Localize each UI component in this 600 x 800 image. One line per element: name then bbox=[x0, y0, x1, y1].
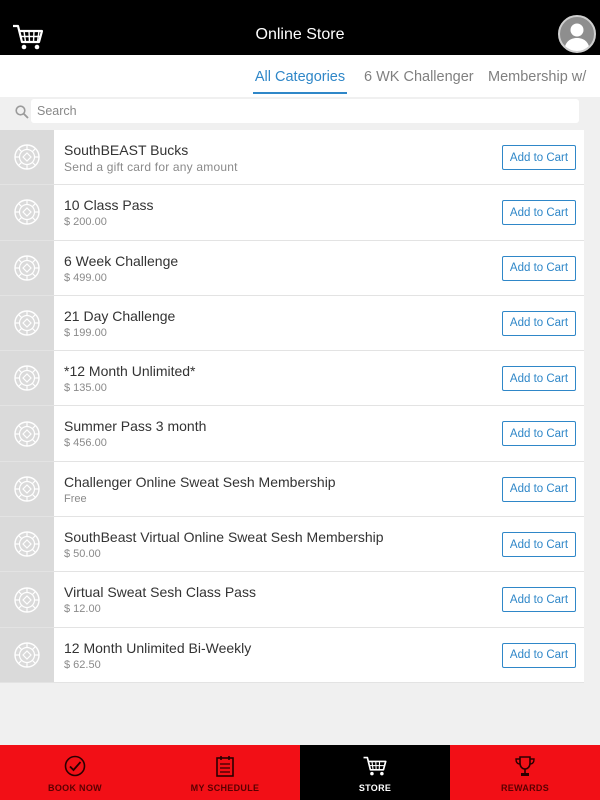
product-thumbnail-icon bbox=[0, 351, 54, 406]
product-row[interactable]: Challenger Online Sweat Sesh Membership F… bbox=[0, 461, 584, 518]
nav-book-now[interactable]: BOOK NOW bbox=[0, 745, 150, 800]
nav-store[interactable]: STORE bbox=[300, 745, 450, 800]
product-name: 21 Day Challenge bbox=[64, 307, 176, 324]
nav-label: STORE bbox=[358, 783, 392, 793]
add-to-cart-button[interactable]: Add to Cart bbox=[502, 476, 576, 502]
product-price: $ 499.00 bbox=[64, 271, 107, 284]
product-row[interactable]: SouthBeast Virtual Online Sweat Sesh Mem… bbox=[0, 517, 584, 573]
check-circle-icon bbox=[62, 753, 88, 779]
product-thumbnail-icon bbox=[0, 295, 54, 351]
product-name: Virtual Sweat Sesh Class Pass bbox=[64, 584, 256, 601]
product-name: Challenger Online Sweat Sesh Membership bbox=[64, 473, 336, 490]
nav-label: BOOK NOW bbox=[48, 783, 102, 793]
user-avatar-icon[interactable] bbox=[558, 15, 596, 53]
product-thumbnail-icon bbox=[0, 572, 54, 627]
product-name: 12 Month Unlimited Bi-Weekly bbox=[64, 639, 252, 656]
product-row[interactable]: 10 Class Pass $ 200.00 Add to Cart bbox=[0, 185, 584, 241]
product-thumbnail-icon bbox=[0, 627, 54, 682]
product-thumbnail-icon bbox=[0, 461, 54, 517]
product-name: 10 Class Pass bbox=[64, 197, 154, 214]
product-price: $ 62.50 bbox=[64, 658, 101, 671]
category-tabs: All Categories 6 WK Challenger Membershi… bbox=[0, 55, 600, 97]
product-name: SouthBeast Virtual Online Sweat Sesh Mem… bbox=[64, 529, 384, 546]
nav-label: MY SCHEDULE bbox=[190, 783, 260, 793]
nav-rewards[interactable]: REWARDS bbox=[450, 745, 600, 800]
product-name: Summer Pass 3 month bbox=[64, 418, 207, 435]
product-thumbnail-icon bbox=[0, 406, 54, 461]
cart-icon bbox=[362, 753, 388, 779]
bottom-nav: BOOK NOW MY SCHEDULE STORE REWARDS bbox=[0, 745, 600, 800]
product-name: SouthBEAST Bucks bbox=[64, 142, 189, 158]
product-thumbnail-icon bbox=[0, 517, 54, 572]
product-price: $ 199.00 bbox=[64, 326, 107, 339]
search-bar bbox=[0, 97, 600, 125]
product-row[interactable]: 21 Day Challenge $ 199.00 Add to Cart bbox=[0, 295, 584, 352]
add-to-cart-button[interactable]: Add to Cart bbox=[502, 366, 576, 392]
product-price: $ 12.00 bbox=[64, 603, 101, 616]
tab-6-wk-challenger[interactable]: 6 WK Challenger bbox=[364, 55, 474, 93]
product-thumbnail-icon bbox=[0, 185, 54, 240]
product-name: *12 Month Unlimited* bbox=[64, 363, 196, 380]
add-to-cart-button[interactable]: Add to Cart bbox=[502, 532, 576, 558]
tab-membership[interactable]: Membership w/ bbox=[488, 55, 586, 93]
add-to-cart-button[interactable]: Add to Cart bbox=[502, 145, 576, 170]
product-price: $ 200.00 bbox=[64, 216, 107, 229]
calendar-icon bbox=[212, 753, 238, 779]
product-thumbnail-icon bbox=[0, 240, 54, 295]
product-price: $ 50.00 bbox=[64, 548, 101, 561]
add-to-cart-button[interactable]: Add to Cart bbox=[502, 421, 576, 447]
trophy-icon bbox=[512, 753, 538, 779]
tab-all-categories[interactable]: All Categories bbox=[253, 55, 347, 94]
product-price: $ 456.00 bbox=[64, 437, 107, 450]
search-input[interactable] bbox=[31, 99, 579, 123]
add-to-cart-button[interactable]: Add to Cart bbox=[502, 200, 576, 226]
product-row[interactable]: Virtual Sweat Sesh Class Pass $ 12.00 Add … bbox=[0, 572, 584, 628]
product-name: 6 Week Challenge bbox=[64, 252, 179, 269]
search-icon bbox=[15, 105, 29, 119]
product-row[interactable]: Summer Pass 3 month $ 456.00 Add to Cart bbox=[0, 406, 584, 462]
product-price: $ 135.00 bbox=[64, 382, 107, 395]
add-to-cart-button[interactable]: Add to Cart bbox=[502, 642, 576, 668]
product-row[interactable]: 12 Month Unlimited Bi-Weekly $ 62.50 Add t… bbox=[0, 627, 584, 683]
cart-icon[interactable] bbox=[11, 20, 45, 54]
add-to-cart-button[interactable]: Add to Cart bbox=[502, 255, 576, 281]
product-price: Send a gift card for any amount bbox=[64, 160, 238, 174]
app-header: Online Store bbox=[0, 0, 600, 55]
product-row[interactable]: SouthBEAST Bucks Send a gift card for any… bbox=[0, 130, 584, 186]
add-to-cart-button[interactable]: Add to Cart bbox=[502, 310, 576, 336]
product-row[interactable]: *12 Month Unlimited* $ 135.00 Add to Cart bbox=[0, 351, 584, 407]
product-thumbnail-icon bbox=[0, 130, 54, 185]
product-row[interactable]: 6 Week Challenge $ 499.00 Add to Cart bbox=[0, 240, 584, 296]
nav-label: REWARDS bbox=[500, 783, 550, 793]
product-price: Free bbox=[64, 492, 87, 505]
product-list: SouthBEAST Bucks Send a gift card for any… bbox=[0, 130, 584, 683]
add-to-cart-button[interactable]: Add to Cart bbox=[502, 587, 576, 613]
nav-my-schedule[interactable]: MY SCHEDULE bbox=[150, 745, 300, 800]
